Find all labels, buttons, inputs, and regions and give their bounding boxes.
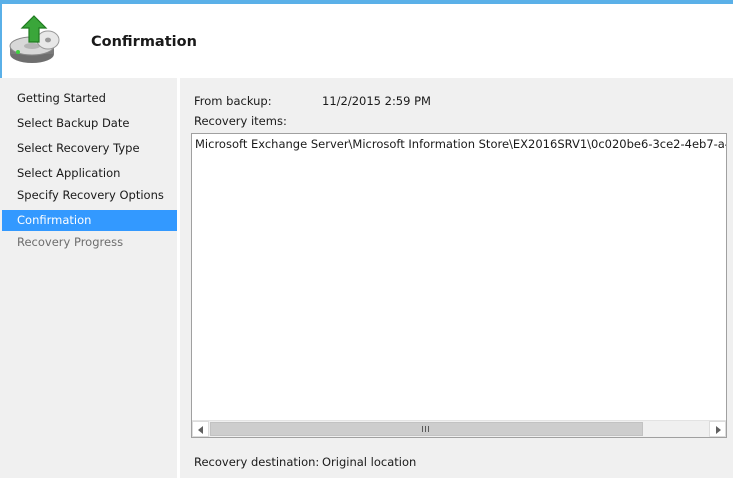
recovery-items-label: Recovery items: <box>194 114 287 128</box>
page-title: Confirmation <box>91 34 197 50</box>
nav-divider <box>177 78 180 478</box>
wizard-steps-nav: Getting Started Select Backup Date Selec… <box>2 78 178 478</box>
backup-recovery-disk-icon <box>9 15 60 63</box>
horizontal-scrollbar[interactable] <box>192 420 726 437</box>
list-item[interactable]: Microsoft Exchange Server\Microsoft Info… <box>195 137 726 151</box>
scroll-right-button[interactable] <box>709 421 726 437</box>
from-backup-value: 11/2/2015 2:59 PM <box>322 94 431 108</box>
wizard-header: Confirmation <box>0 4 733 78</box>
recovery-items-list[interactable]: Microsoft Exchange Server\Microsoft Info… <box>191 133 727 438</box>
nav-step-confirmation[interactable]: Confirmation <box>2 210 177 231</box>
recovery-destination-label: Recovery destination: <box>194 455 320 469</box>
nav-step-select-application[interactable]: Select Application <box>2 163 177 184</box>
nav-step-getting-started[interactable]: Getting Started <box>2 88 177 109</box>
scrollbar-thumb[interactable] <box>210 422 643 436</box>
arrow-right-icon <box>716 426 721 434</box>
nav-step-specify-recovery-options[interactable]: Specify Recovery Options <box>2 185 177 206</box>
nav-step-select-backup-date[interactable]: Select Backup Date <box>2 113 177 134</box>
recovery-destination-value: Original location <box>322 455 417 469</box>
grip-icon <box>422 426 430 432</box>
nav-step-select-recovery-type[interactable]: Select Recovery Type <box>2 138 177 159</box>
from-backup-label: From backup: <box>194 94 272 108</box>
nav-step-recovery-progress: Recovery Progress <box>17 235 124 249</box>
scroll-left-button[interactable] <box>192 421 209 437</box>
arrow-left-icon <box>198 426 203 434</box>
